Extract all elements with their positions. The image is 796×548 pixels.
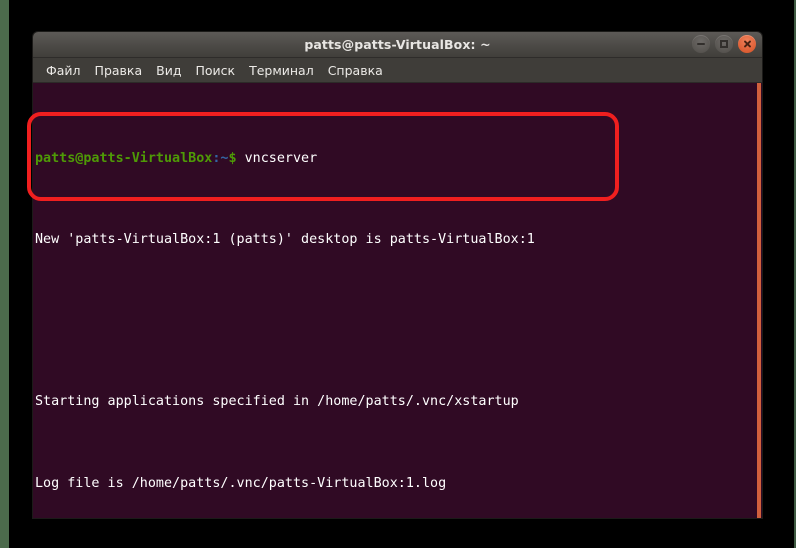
window-controls [692, 35, 756, 53]
close-button[interactable] [738, 35, 756, 53]
close-icon [743, 40, 752, 49]
minimize-icon [697, 43, 705, 45]
terminal-scrollbar-thumb[interactable] [757, 83, 761, 518]
desktop-background-strip-left [0, 0, 9, 548]
output-text-3: Starting applications specified in /home… [35, 394, 519, 410]
typed-command: vncserver [236, 150, 318, 166]
terminal-line-output-3: Starting applications specified in /home… [35, 392, 756, 412]
menu-item-help[interactable]: Справка [321, 61, 390, 80]
window-titlebar[interactable]: patts@patts-VirtualBox: ~ [33, 32, 762, 58]
menu-item-view[interactable]: Вид [149, 61, 188, 80]
terminal-line-command: patts@patts-VirtualBox:~$ vncserver [35, 149, 756, 169]
terminal-viewport[interactable]: patts@patts-VirtualBox:~$ vncserver New … [33, 83, 762, 518]
menu-item-file[interactable]: Файл [39, 61, 88, 80]
output-text-1: New 'patts-VirtualBox:1 (patts)' desktop… [35, 232, 535, 248]
menu-item-edit[interactable]: Правка [88, 61, 150, 80]
maximize-button[interactable] [715, 35, 733, 53]
terminal-output[interactable]: patts@patts-VirtualBox:~$ vncserver New … [33, 83, 756, 518]
prompt-sigil: $ [228, 150, 237, 166]
menu-bar: Файл Правка Вид Поиск Терминал Справка [33, 58, 762, 83]
prompt-user-host: patts@patts-VirtualBox [35, 150, 213, 166]
menu-item-terminal[interactable]: Терминал [242, 61, 321, 80]
screenshot-canvas: patts@patts-VirtualBox: ~ Файл Правка Ви… [0, 0, 796, 548]
prompt-path: :~ [212, 150, 229, 166]
output-text-4: Log file is /home/patts/.vnc/patts-Virtu… [35, 475, 447, 491]
window-title: patts@patts-VirtualBox: ~ [304, 37, 491, 52]
terminal-line-output-4: Log file is /home/patts/.vnc/patts-Virtu… [35, 474, 756, 494]
minimize-button[interactable] [692, 35, 710, 53]
terminal-scrollbar[interactable] [756, 83, 762, 518]
menu-item-search[interactable]: Поиск [188, 61, 242, 80]
terminal-window: patts@patts-VirtualBox: ~ Файл Правка Ви… [33, 32, 762, 518]
maximize-icon [720, 40, 728, 48]
terminal-line-output-1: New 'patts-VirtualBox:1 (patts)' desktop… [35, 230, 756, 250]
